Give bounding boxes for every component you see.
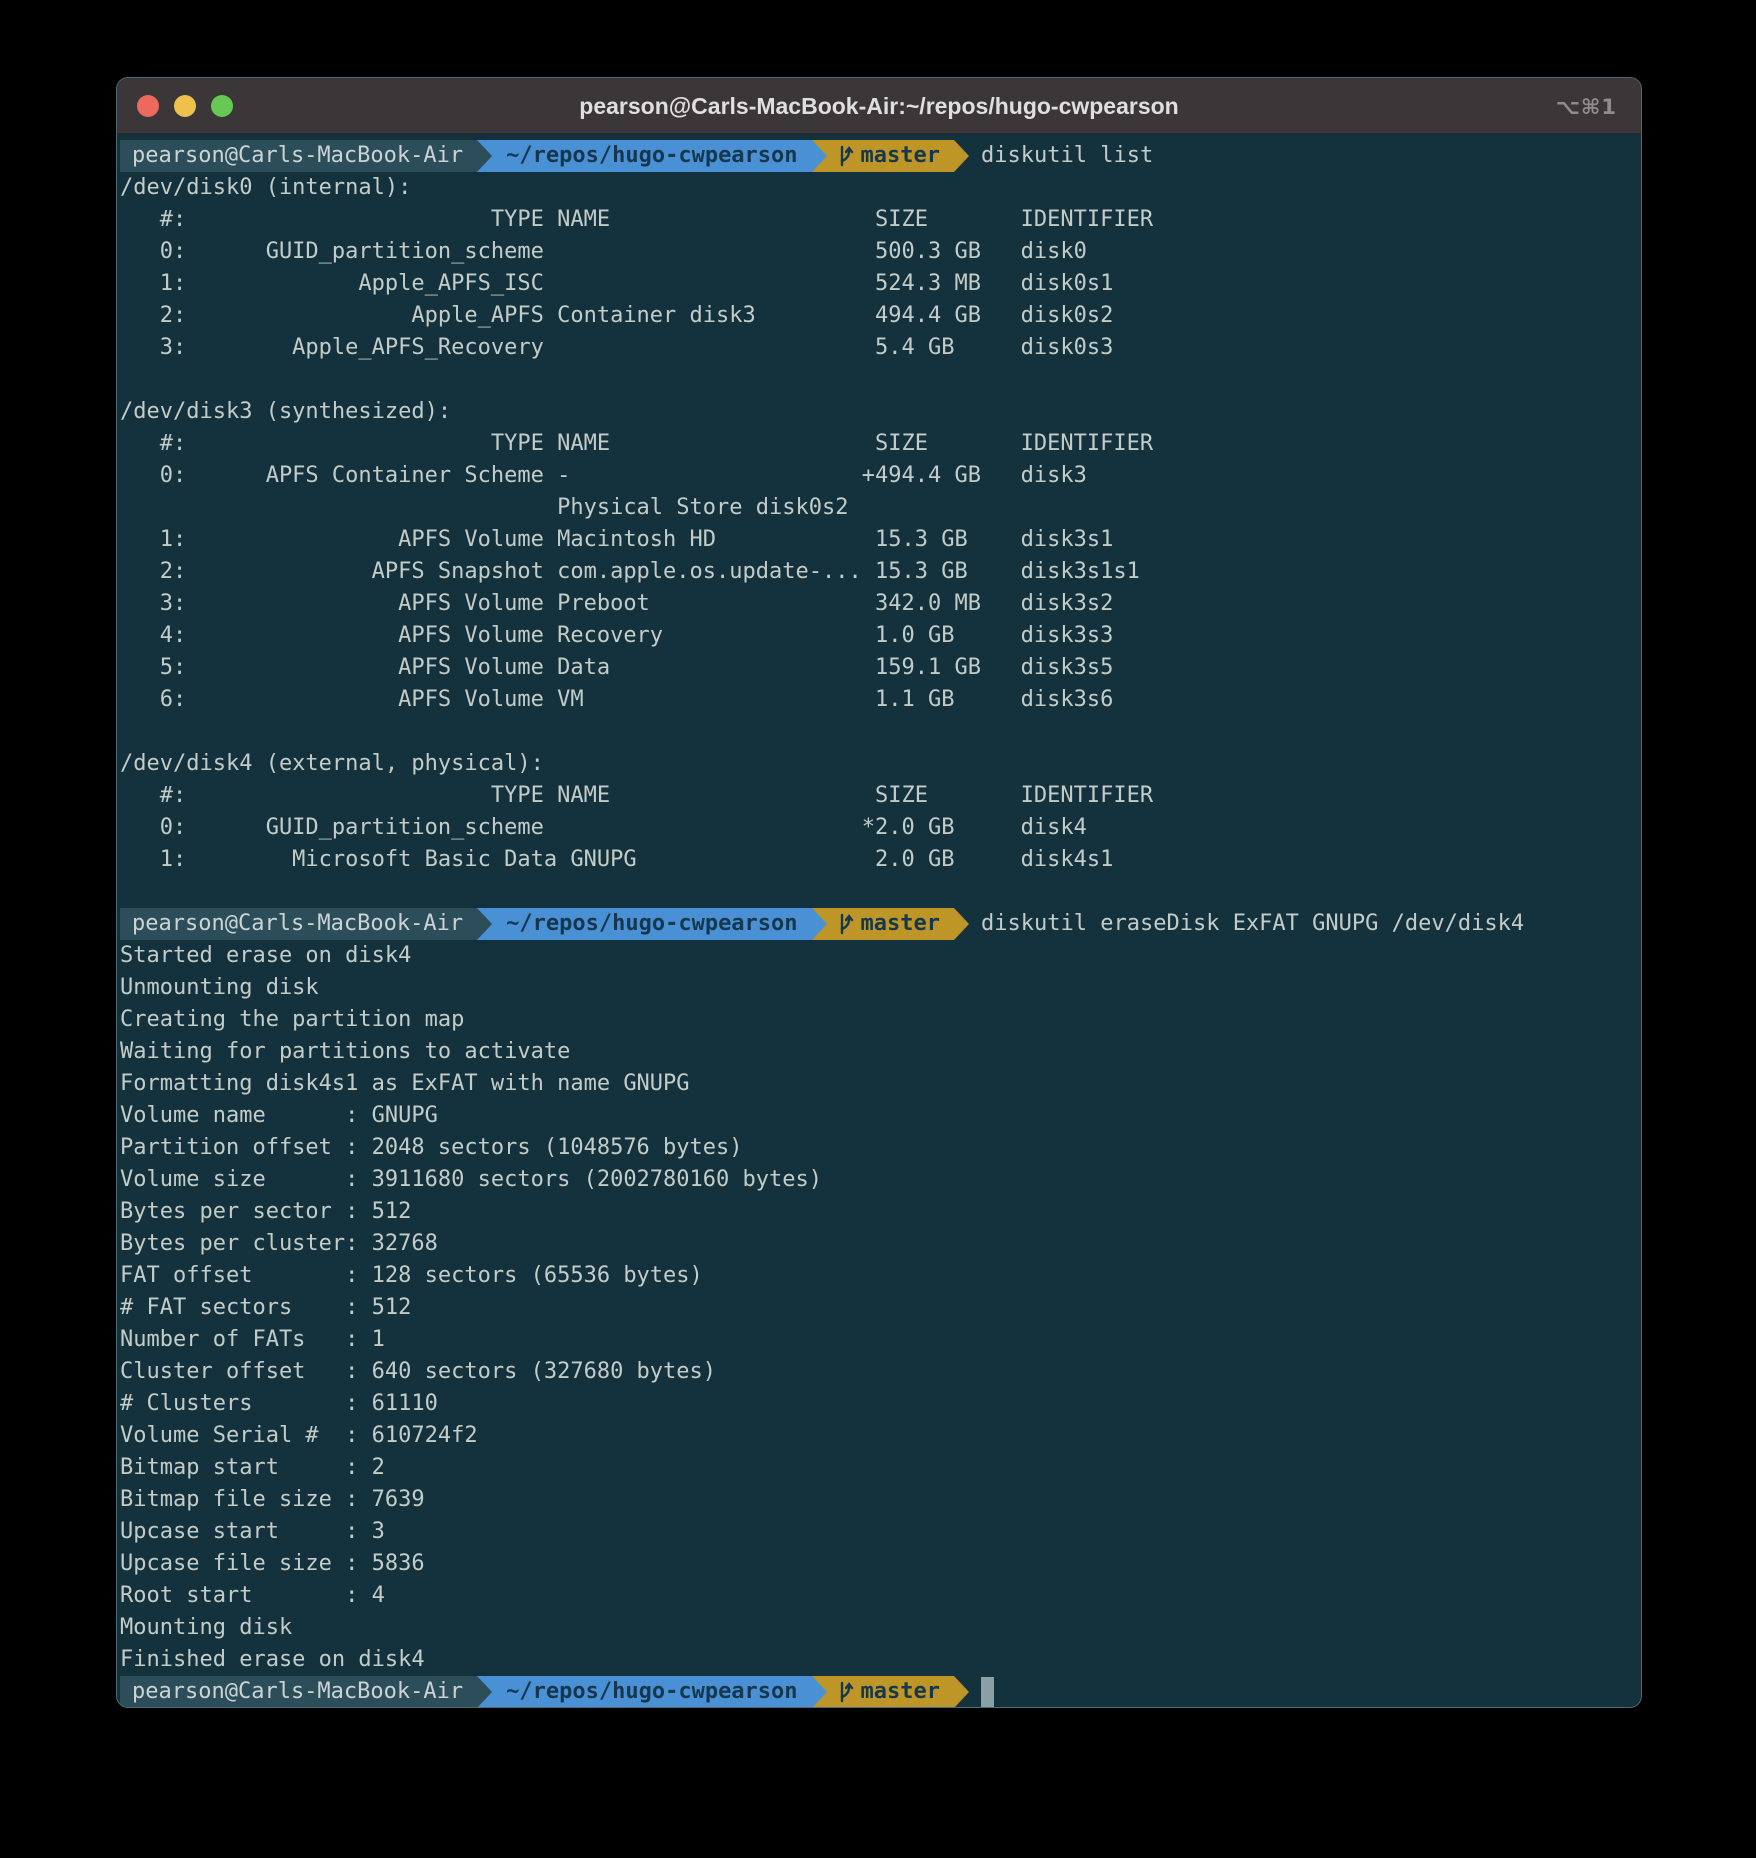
terminal-line: 6: APFS Volume VM 1.1 GB disk3s6 bbox=[120, 684, 1637, 716]
terminal-line: 4: APFS Volume Recovery 1.0 GB disk3s3 bbox=[120, 620, 1637, 652]
terminal-blank-line bbox=[120, 364, 1637, 396]
terminal-line: Bitmap file size : 7639 bbox=[120, 1484, 1637, 1516]
powerline-arrow-icon bbox=[812, 140, 827, 172]
branch-name: master bbox=[861, 140, 940, 172]
terminal-line: Bitmap start : 2 bbox=[120, 1452, 1637, 1484]
terminal-line: Root start : 4 bbox=[120, 1580, 1637, 1612]
powerline-arrow-icon bbox=[812, 908, 827, 940]
powerline-arrow-icon bbox=[477, 140, 492, 172]
terminal-line: 1: APFS Volume Macintosh HD 15.3 GB disk… bbox=[120, 524, 1637, 556]
terminal-line: Physical Store disk0s2 bbox=[120, 492, 1637, 524]
prompt-path: ~/repos/hugo-cwpearson bbox=[492, 1676, 811, 1708]
powerline-arrow-icon bbox=[812, 1676, 827, 1708]
terminal-line: 2: Apple_APFS Container disk3 494.4 GB d… bbox=[120, 300, 1637, 332]
window-titlebar[interactable]: pearson@Carls-MacBook-Air:~/repos/hugo-c… bbox=[117, 78, 1641, 134]
terminal-line: Creating the partition map bbox=[120, 1004, 1637, 1036]
terminal-blank-line bbox=[120, 716, 1637, 748]
powerline-arrow-icon bbox=[477, 908, 492, 940]
prompt-git-branch: master bbox=[827, 140, 954, 172]
terminal-line: #: TYPE NAME SIZE IDENTIFIER bbox=[120, 204, 1637, 236]
terminal-line: FAT offset : 128 sectors (65536 bytes) bbox=[120, 1260, 1637, 1292]
terminal-line: Bytes per sector : 512 bbox=[120, 1196, 1637, 1228]
terminal-line: Volume size : 3911680 sectors (200278016… bbox=[120, 1164, 1637, 1196]
terminal-line: 3: Apple_APFS_Recovery 5.4 GB disk0s3 bbox=[120, 332, 1637, 364]
git-branch-icon bbox=[837, 912, 854, 936]
terminal-cursor bbox=[981, 1677, 994, 1707]
terminal-line: /dev/disk4 (external, physical): bbox=[120, 748, 1637, 780]
prompt-line: pearson@Carls-MacBook-Air ~/repos/hugo-cw… bbox=[120, 140, 1637, 172]
prompt-git-branch: master bbox=[827, 908, 954, 940]
terminal-line: Unmounting disk bbox=[120, 972, 1637, 1004]
terminal-line: # Clusters : 61110 bbox=[120, 1388, 1637, 1420]
terminal-line: Volume name : GNUPG bbox=[120, 1100, 1637, 1132]
terminal-line: #: TYPE NAME SIZE IDENTIFIER bbox=[120, 428, 1637, 460]
terminal-line: Waiting for partitions to activate bbox=[120, 1036, 1637, 1068]
command-text: diskutil list bbox=[969, 140, 1153, 172]
terminal-window: pearson@Carls-MacBook-Air:~/repos/hugo-c… bbox=[116, 77, 1642, 1708]
terminal-line: Partition offset : 2048 sectors (1048576… bbox=[120, 1132, 1637, 1164]
command-text: diskutil eraseDisk ExFAT GNUPG /dev/disk… bbox=[969, 908, 1524, 940]
powerline-arrow-icon bbox=[954, 140, 969, 172]
terminal-output[interactable]: pearson@Carls-MacBook-Air ~/repos/hugo-cw… bbox=[117, 134, 1641, 1708]
terminal-line: 1: Apple_APFS_ISC 524.3 MB disk0s1 bbox=[120, 268, 1637, 300]
terminal-line: Mounting disk bbox=[120, 1612, 1637, 1644]
terminal-line: 1: Microsoft Basic Data GNUPG 2.0 GB dis… bbox=[120, 844, 1637, 876]
terminal-line: Finished erase on disk4 bbox=[120, 1644, 1637, 1676]
prompt-user-host: pearson@Carls-MacBook-Air bbox=[120, 908, 477, 940]
git-branch-icon bbox=[837, 1680, 854, 1704]
prompt-git-branch: master bbox=[827, 1676, 954, 1708]
window-hotkey-badge: ⌥⌘1 bbox=[1556, 78, 1617, 134]
terminal-line: Upcase file size : 5836 bbox=[120, 1548, 1637, 1580]
terminal-line: Formatting disk4s1 as ExFAT with name GN… bbox=[120, 1068, 1637, 1100]
prompt-user-host: pearson@Carls-MacBook-Air bbox=[120, 1676, 477, 1708]
git-branch-icon bbox=[837, 144, 854, 168]
prompt-user-host: pearson@Carls-MacBook-Air bbox=[120, 140, 477, 172]
terminal-line: # FAT sectors : 512 bbox=[120, 1292, 1637, 1324]
terminal-line: #: TYPE NAME SIZE IDENTIFIER bbox=[120, 780, 1637, 812]
prompt-path: ~/repos/hugo-cwpearson bbox=[492, 908, 811, 940]
terminal-line: 0: GUID_partition_scheme 500.3 GB disk0 bbox=[120, 236, 1637, 268]
terminal-line: Started erase on disk4 bbox=[120, 940, 1637, 972]
terminal-blank-line bbox=[120, 876, 1637, 908]
branch-name: master bbox=[861, 908, 940, 940]
prompt-path: ~/repos/hugo-cwpearson bbox=[492, 140, 811, 172]
terminal-line: Upcase start : 3 bbox=[120, 1516, 1637, 1548]
terminal-line: Volume Serial # : 610724f2 bbox=[120, 1420, 1637, 1452]
terminal-line: 2: APFS Snapshot com.apple.os.update-...… bbox=[120, 556, 1637, 588]
branch-name: master bbox=[861, 1676, 940, 1708]
powerline-arrow-icon bbox=[954, 1676, 969, 1708]
powerline-arrow-icon bbox=[954, 908, 969, 940]
terminal-line: /dev/disk3 (synthesized): bbox=[120, 396, 1637, 428]
prompt-line: pearson@Carls-MacBook-Air ~/repos/hugo-cw… bbox=[120, 1676, 1637, 1708]
terminal-line: 0: GUID_partition_scheme *2.0 GB disk4 bbox=[120, 812, 1637, 844]
prompt-line: pearson@Carls-MacBook-Air ~/repos/hugo-cw… bbox=[120, 908, 1637, 940]
terminal-line: 3: APFS Volume Preboot 342.0 MB disk3s2 bbox=[120, 588, 1637, 620]
terminal-line: 5: APFS Volume Data 159.1 GB disk3s5 bbox=[120, 652, 1637, 684]
terminal-line: Cluster offset : 640 sectors (327680 byt… bbox=[120, 1356, 1637, 1388]
terminal-line: /dev/disk0 (internal): bbox=[120, 172, 1637, 204]
terminal-line: 0: APFS Container Scheme - +494.4 GB dis… bbox=[120, 460, 1637, 492]
powerline-arrow-icon bbox=[477, 1676, 492, 1708]
terminal-line: Number of FATs : 1 bbox=[120, 1324, 1637, 1356]
terminal-line: Bytes per cluster: 32768 bbox=[120, 1228, 1637, 1260]
window-title: pearson@Carls-MacBook-Air:~/repos/hugo-c… bbox=[117, 78, 1641, 134]
